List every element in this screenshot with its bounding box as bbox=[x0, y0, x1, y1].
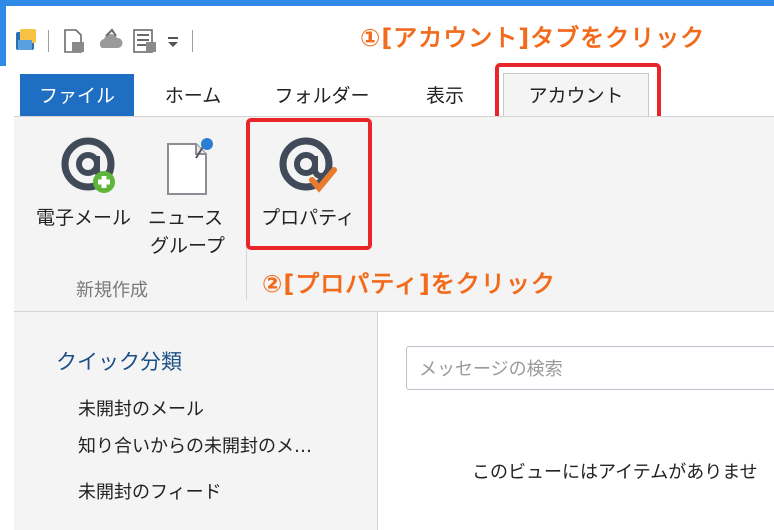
tab-home[interactable]: ホーム bbox=[158, 76, 228, 116]
nav-item-unread-from-contacts[interactable]: 知り合いからの未開封のメ… bbox=[78, 432, 312, 458]
nav-item-unread-feeds[interactable]: 未開封のフィード bbox=[78, 478, 222, 504]
quick-access-toolbar: ①[アカウント]タブをクリック bbox=[6, 6, 774, 66]
title-bar: ①[アカウント]タブをクリック bbox=[0, 0, 774, 66]
tab-folder[interactable]: フォルダー bbox=[272, 76, 372, 116]
email-at-icon[interactable] bbox=[58, 134, 122, 202]
toolbar-divider bbox=[48, 30, 49, 52]
highlight-properties-button bbox=[246, 118, 372, 250]
nav-item-unread-mail[interactable]: 未開封のメール bbox=[78, 395, 204, 421]
empty-list-message: このビューにはアイテムがありませ bbox=[472, 462, 758, 483]
annotation-step1: ①[アカウント]タブをクリック bbox=[360, 24, 706, 52]
tab-view[interactable]: 表示 bbox=[420, 76, 470, 116]
search-box[interactable] bbox=[406, 346, 774, 390]
dropdown-arrow-icon[interactable] bbox=[166, 34, 180, 53]
message-list-pane bbox=[378, 312, 774, 530]
quick-views-heading[interactable]: クイック分類 bbox=[56, 346, 182, 376]
email-button-label[interactable]: 電子メール bbox=[36, 206, 146, 230]
news-document-icon[interactable] bbox=[162, 138, 218, 202]
news-button-label-2[interactable]: グループ bbox=[150, 234, 246, 258]
app-icon[interactable] bbox=[14, 28, 38, 58]
news-button-label-1[interactable]: ニュース bbox=[148, 206, 244, 230]
tab-file[interactable]: ファイル bbox=[20, 74, 134, 118]
annotation-step2: ②[プロパティ]をクリック bbox=[262, 270, 556, 298]
ribbon-group-label: 新規作成 bbox=[76, 280, 148, 301]
cloud-send-icon[interactable] bbox=[96, 28, 124, 58]
search-input[interactable] bbox=[419, 356, 759, 382]
toolbar-divider bbox=[192, 30, 193, 52]
properties-sheet-icon[interactable] bbox=[132, 28, 158, 58]
new-doc-icon[interactable] bbox=[62, 28, 86, 58]
window: ①[アカウント]タブをクリック ファイル ホーム フォルダー 表示 アカウント … bbox=[0, 0, 774, 530]
